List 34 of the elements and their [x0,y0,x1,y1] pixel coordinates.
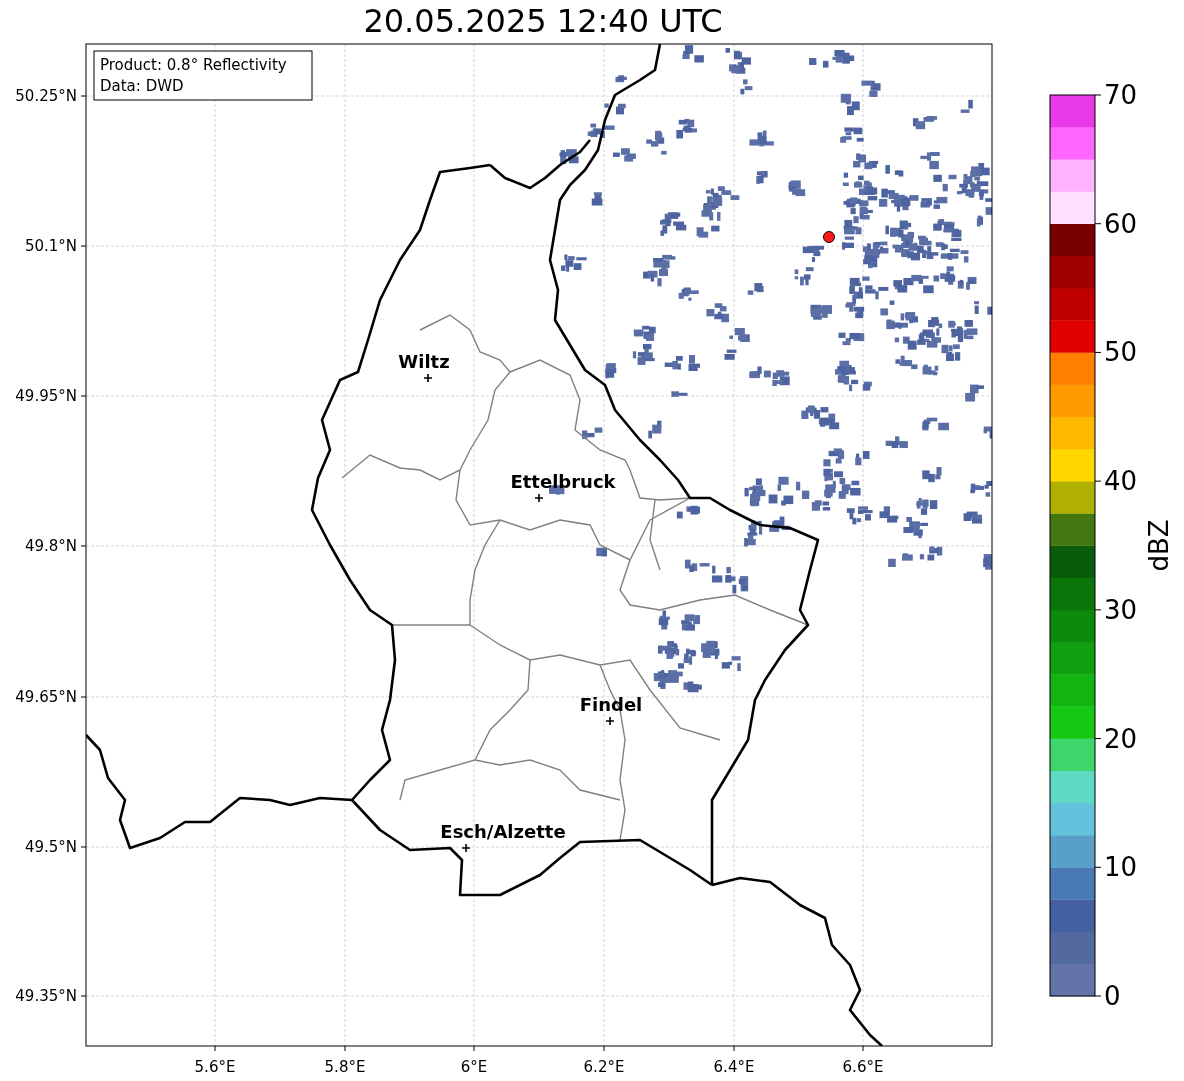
city-label: Ettelbruck [510,471,616,492]
axis-tick-label: 49.65°N [15,688,77,706]
city-marker-icon [461,843,471,853]
colorbar-tick-label: 0 [1104,981,1121,1011]
axis-tick-label: 50.25°N [15,87,77,105]
axis-tick-label: 49.35°N [15,987,77,1005]
colorbar-tick-label: 50 [1104,337,1138,368]
colorbar-tick-label: 70 [1104,80,1138,110]
legend-text: Product: 0.8° Reflectivity [100,56,287,74]
city-label: Findel [579,694,643,715]
axis-tick-label: 6.2°E [583,1058,625,1076]
axis-tick-label: 49.8°N [24,537,77,555]
city-marker-icon [534,493,544,503]
colorbar-tick-label: 30 [1104,594,1138,625]
axis-tick-label: 50.1°N [24,237,77,255]
radar-site-icon [823,231,835,243]
colorbar-tick-label: 60 [1104,208,1138,239]
axis-tick-label: 5.8°E [324,1058,366,1076]
city-marker-icon [605,716,615,726]
city-label: Wiltz [398,351,450,372]
axis-tick-label: 5.6°E [194,1058,236,1076]
colorbar-label: dBZ [1144,519,1174,572]
colorbar-tick-label: 10 [1104,852,1138,883]
axis-tick-label: 49.5°N [24,838,77,856]
axis-tick-label: 49.95°N [15,387,77,405]
city-marker-icon [423,373,433,383]
legend-text: Data: DWD [100,77,184,95]
colorbar-tick-label: 40 [1104,466,1138,497]
chart-title: 20.05.2025 12:40 UTC [363,2,723,40]
axis-tick-label: 6.6°E [842,1058,884,1076]
city-label: Esch/Alzette [440,821,566,842]
colorbar-tick-label: 20 [1104,723,1138,754]
axis-tick-label: 6°E [460,1058,488,1076]
axis-tick-label: 6.4°E [713,1058,755,1076]
